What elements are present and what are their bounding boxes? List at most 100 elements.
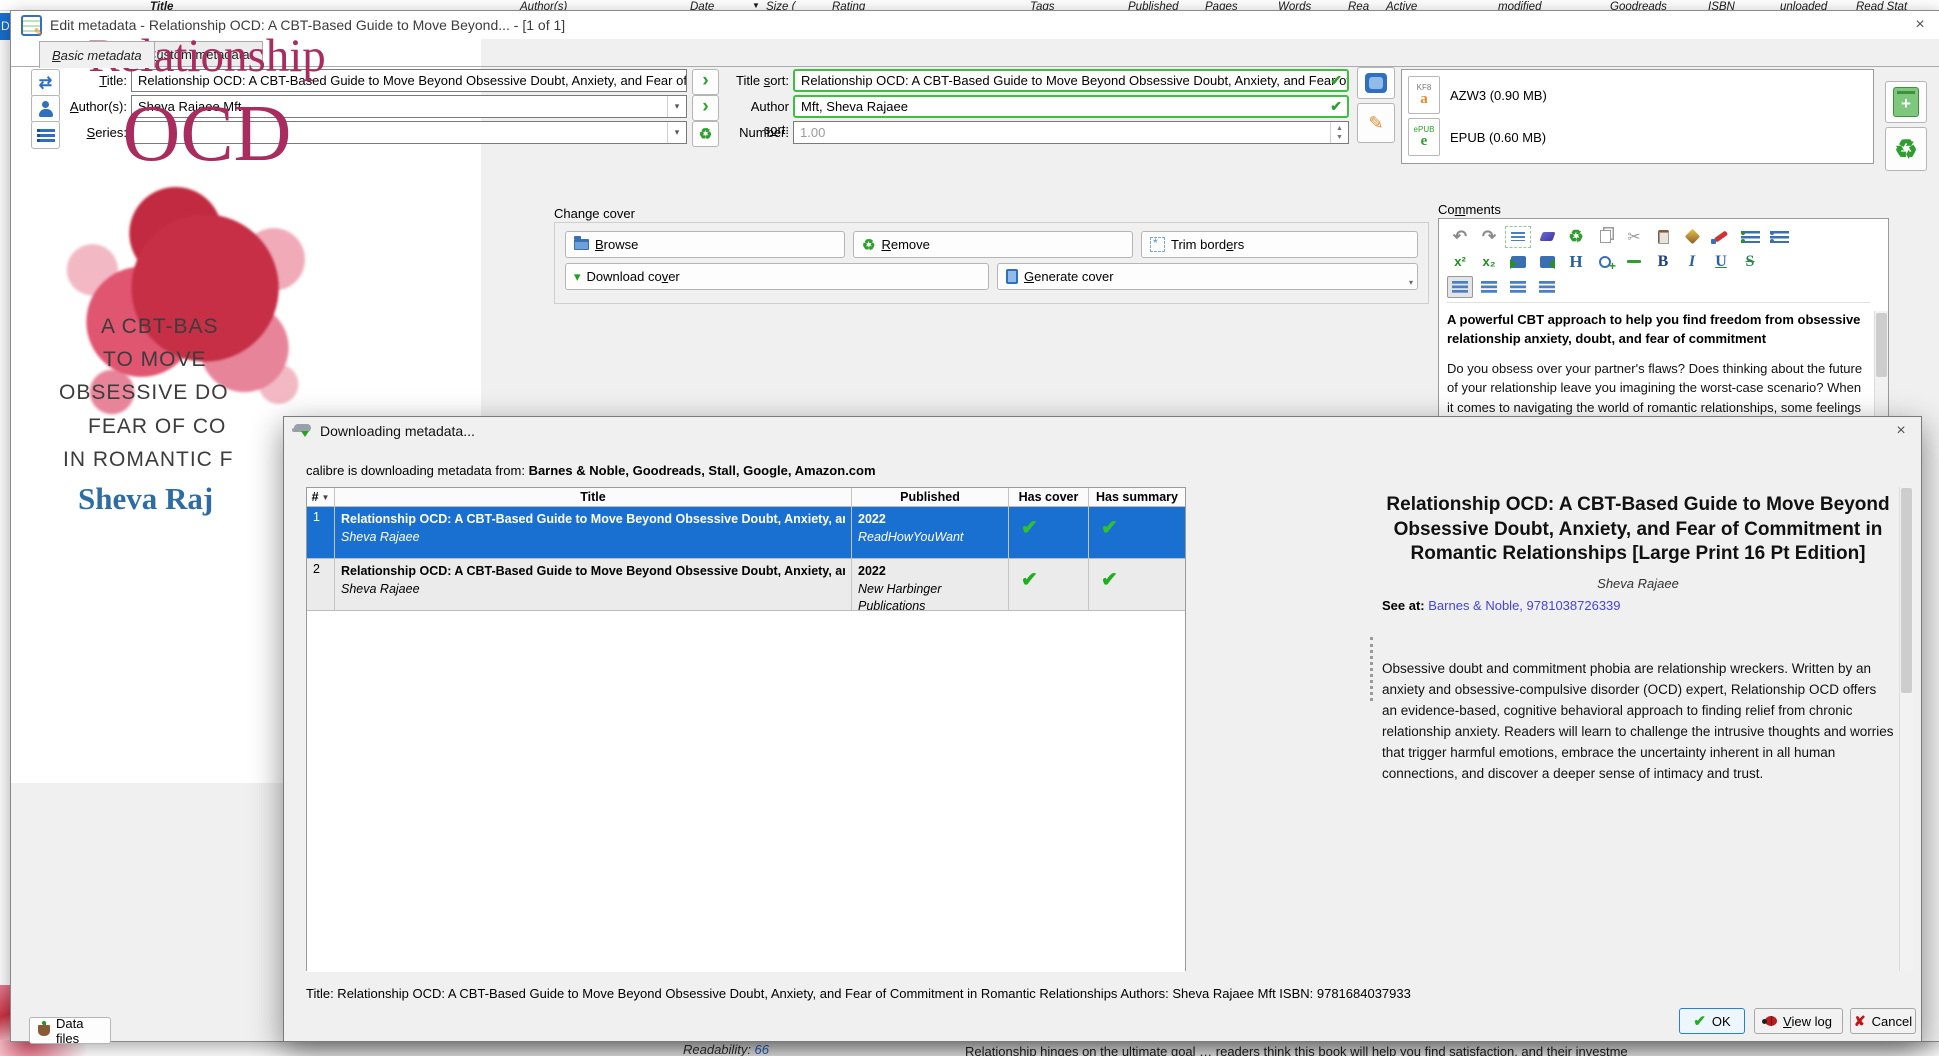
table-empty-area (307, 611, 1185, 972)
scrollbar-thumb[interactable] (1901, 488, 1912, 693)
remove-cover-button[interactable]: ♻ Remove (853, 231, 1133, 258)
download-cover-label: Download cover (586, 269, 680, 284)
chevron-down-icon[interactable]: ▾ (667, 122, 686, 143)
comments-label: Comments (1438, 202, 1501, 217)
cancel-button[interactable]: ✘ Cancel (1850, 1008, 1916, 1034)
bold-icon[interactable] (1650, 251, 1676, 273)
align-center-icon[interactable] (1476, 276, 1502, 298)
row-published-cell: 2022 New Harbinger Publications (852, 559, 1009, 611)
detail-scrollbar[interactable] (1899, 487, 1913, 971)
results-table[interactable]: # ▼ Title Published Has cover Has summary… (306, 487, 1186, 972)
select-all-icon[interactable] (1505, 225, 1531, 248)
tab-basic-metadata[interactable]: Basic metadata (39, 41, 155, 68)
undo-icon[interactable] (1447, 226, 1473, 248)
view-log-button[interactable]: View log (1754, 1008, 1843, 1034)
clear-formatting-icon[interactable] (1563, 226, 1589, 248)
author-sort-field[interactable]: Mft, Sheva Rajaee ✔ (793, 95, 1349, 118)
has-cover-cell: ✔ (1009, 559, 1089, 611)
scrollbar-thumb[interactable] (1876, 313, 1887, 377)
cancel-label: Cancel (1871, 1013, 1913, 1029)
title-sort-label: Title sort: (736, 73, 789, 88)
redo-icon[interactable] (1476, 226, 1502, 248)
generate-cover-icon (1006, 269, 1018, 284)
spinner-arrows-icon[interactable]: ▲ ▼ (1330, 122, 1348, 143)
sources-list: Barnes & Noble, Goodreads, Stall, Google… (528, 463, 876, 478)
manage-authors-button[interactable]: ✎ (1357, 103, 1395, 143)
ok-button[interactable]: ✔ OK (1679, 1008, 1745, 1034)
splitter-handle[interactable] (1370, 637, 1373, 701)
column-header-published[interactable]: Published (852, 488, 1009, 507)
has-summary-cell: ✔ (1089, 507, 1185, 559)
cut-icon[interactable] (1621, 226, 1647, 248)
series-number-label: Number: (739, 125, 789, 140)
eraser-icon[interactable] (1534, 226, 1560, 248)
underline-icon[interactable] (1708, 251, 1734, 273)
outdent-icon[interactable] (1534, 251, 1560, 273)
title-sort-input[interactable]: Relationship OCD: A CBT-Based Guide to M… (793, 69, 1349, 92)
title-sort-field[interactable]: Relationship OCD: A CBT-Based Guide to M… (793, 69, 1349, 92)
remove-format-button[interactable]: ♻ (1885, 127, 1927, 171)
insert-link-icon[interactable] (1592, 251, 1618, 273)
column-header-title[interactable]: Title (335, 488, 852, 507)
trim-borders-button[interactable]: Trim borders (1141, 231, 1418, 258)
format-item-azw3[interactable]: KF8 a AZW3 (0.90 MB) (1408, 74, 1867, 116)
series-number-input[interactable]: 1.00 (793, 121, 1349, 144)
close-icon[interactable]: × (1891, 422, 1911, 440)
check-icon: ✔ (1021, 569, 1038, 591)
table-row-selected[interactable]: 1 Relationship OCD: A CBT-Based Guide to… (307, 507, 1185, 559)
author-sort-input[interactable]: Mft, Sheva Rajaee (793, 95, 1349, 118)
italic-icon[interactable] (1679, 251, 1705, 273)
brush-color-icon[interactable] (1708, 226, 1734, 248)
chevron-down-icon[interactable]: ▾ (667, 96, 686, 117)
download-cover-button[interactable]: ▾ Download cover (565, 263, 989, 290)
superscript-icon[interactable] (1447, 251, 1473, 273)
fill-color-icon[interactable] (1679, 226, 1705, 248)
generate-cover-button[interactable]: Generate cover ▾ (997, 263, 1418, 290)
see-at-links[interactable]: Barnes & Noble, 9781038726339 (1428, 598, 1620, 613)
result-year: 2022 (858, 564, 886, 578)
column-header-has-summary[interactable]: Has summary (1089, 488, 1185, 507)
formats-list[interactable]: KF8 a AZW3 (0.90 MB) ePUB e EPUB (0.60 MB) (1401, 69, 1874, 164)
downloading-metadata-title: Downloading metadata... (320, 422, 475, 439)
align-justify-icon[interactable] (1534, 276, 1560, 298)
column-header-has-cover[interactable]: Has cover (1009, 488, 1089, 507)
paste-icon[interactable] (1650, 226, 1676, 248)
series-number-spinner[interactable]: 1.00 ▲ ▼ (793, 121, 1349, 144)
strikethrough-icon[interactable] (1737, 251, 1763, 273)
auto-title-sort-button[interactable]: › (692, 69, 719, 95)
indent-icon[interactable] (1505, 251, 1531, 273)
change-cover-label: Change cover (554, 206, 635, 221)
format-item-epub[interactable]: ePUB e EPUB (0.60 MB) (1408, 116, 1867, 158)
add-format-button[interactable] (1885, 81, 1927, 123)
update-sorts-button[interactable] (1357, 67, 1395, 99)
azw3-format-icon: KF8 a (1408, 76, 1440, 114)
data-files-button[interactable]: Data files (29, 1016, 111, 1046)
column-header-num[interactable]: # ▼ (307, 488, 335, 507)
unordered-list-icon[interactable] (1766, 226, 1792, 248)
close-icon[interactable]: × (1910, 16, 1930, 34)
align-left-icon[interactable] (1447, 275, 1473, 298)
ordered-list-icon[interactable] (1737, 226, 1763, 248)
comments-heading[interactable]: A powerful CBT approach to help you find… (1447, 311, 1867, 349)
table-row[interactable]: 2 Relationship OCD: A CBT-Based Guide to… (307, 559, 1185, 611)
author-sort-label: Author sort: (750, 99, 789, 137)
heading-icon[interactable] (1563, 251, 1589, 273)
change-cover-group: Browse ♻ Remove Trim borders ▾ Download co… (554, 222, 1429, 304)
browse-cover-button[interactable]: Browse (565, 231, 845, 258)
copy-icon[interactable] (1592, 226, 1618, 248)
row-title-cell: Relationship OCD: A CBT-Based Guide to M… (335, 559, 852, 611)
format-label: EPUB (0.60 MB) (1450, 129, 1547, 145)
cloud-download-icon (294, 423, 312, 438)
cover-author: Sheva Raj (78, 481, 214, 516)
check-icon: ✔ (1101, 517, 1118, 539)
row-published-cell: 2022 ReadHowYouWant (852, 507, 1009, 559)
auto-author-sort-button[interactable]: › (692, 95, 719, 121)
download-arrow-icon: ▾ (574, 268, 581, 284)
has-summary-cell: ✔ (1089, 559, 1185, 611)
horizontal-rule-icon[interactable] (1621, 251, 1647, 273)
align-right-icon[interactable] (1505, 276, 1531, 298)
downloading-metadata-titlebar[interactable]: Downloading metadata... × (284, 417, 1921, 444)
result-year: 2022 (858, 512, 886, 526)
subscript-icon[interactable] (1476, 251, 1502, 273)
clear-series-button[interactable]: ♻ (692, 121, 719, 147)
